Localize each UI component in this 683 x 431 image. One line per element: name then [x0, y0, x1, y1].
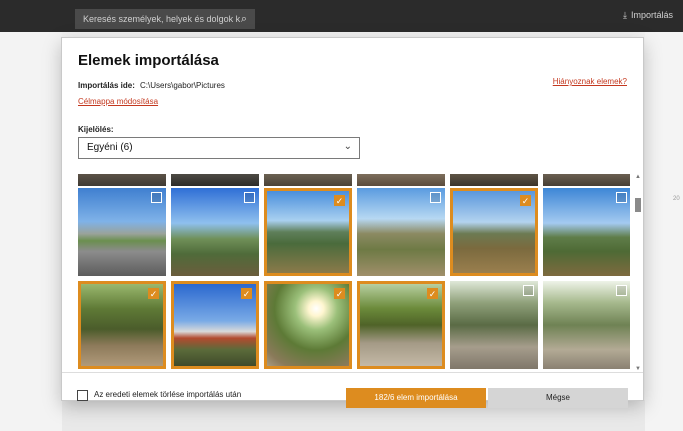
- checked-checkbox-icon[interactable]: ✓: [520, 195, 531, 206]
- search-input[interactable]: Keresés személyek, helyek és dolgok k ⌕: [75, 9, 255, 29]
- background-right-pane: [645, 32, 683, 431]
- delete-originals-checkbox[interactable]: [77, 390, 88, 401]
- photo-tile[interactable]: ✓: [450, 188, 538, 276]
- scrollbar-thumb[interactable]: [635, 198, 641, 212]
- photo-tile[interactable]: [543, 188, 630, 276]
- app-top-bar: Keresés személyek, helyek és dolgok k ⌕ …: [0, 0, 683, 32]
- photo-tile[interactable]: ✓: [264, 188, 352, 276]
- import-icon: ⤓: [622, 10, 627, 20]
- photo-tile[interactable]: ✓: [264, 281, 352, 369]
- checkbox-icon[interactable]: [616, 192, 627, 203]
- photo-tile[interactable]: [171, 188, 259, 276]
- photo-grid: ✓ ✓ ✓ ✓ ✓ ✓: [78, 174, 630, 372]
- checked-checkbox-icon[interactable]: ✓: [427, 288, 438, 299]
- chevron-down-icon: ⌄: [343, 141, 352, 152]
- import-dialog: Elemek importálása Importálás ide: C:\Us…: [62, 38, 643, 400]
- photo-tile[interactable]: [357, 188, 445, 276]
- change-folder-link[interactable]: Célmappa módosítása: [78, 97, 158, 106]
- background-date-fragment: 20: [673, 196, 680, 202]
- partial-photo-strip: [450, 174, 538, 186]
- partial-photo-strip: [357, 174, 445, 186]
- checked-checkbox-icon[interactable]: ✓: [334, 288, 345, 299]
- photo-tile[interactable]: ✓: [78, 281, 166, 369]
- import-menu-label: Importálás: [630, 10, 673, 20]
- selection-value: Egyéni (6): [87, 142, 133, 153]
- scroll-up-icon[interactable]: ▲: [634, 174, 642, 180]
- photo-tile[interactable]: ✓: [171, 281, 259, 369]
- partial-photo-strip: [78, 174, 166, 186]
- checked-checkbox-icon[interactable]: ✓: [241, 288, 252, 299]
- destination-label: Importálás ide:: [78, 81, 135, 90]
- checked-checkbox-icon[interactable]: ✓: [148, 288, 159, 299]
- search-icon: ⌕: [240, 13, 247, 25]
- partial-photo-strip: [543, 174, 630, 186]
- cancel-button[interactable]: Mégse: [488, 388, 628, 408]
- search-placeholder: Keresés személyek, helyek és dolgok k: [83, 14, 241, 24]
- partial-photo-strip: [264, 174, 352, 186]
- checkbox-icon[interactable]: [151, 192, 162, 203]
- import-selected-button[interactable]: 182/6 elem importálása: [346, 388, 486, 408]
- photo-tile[interactable]: [78, 188, 166, 276]
- checkbox-icon[interactable]: [616, 285, 627, 296]
- checkbox-icon[interactable]: [430, 192, 441, 203]
- destination-path: C:\Users\gabor\Pictures: [140, 81, 225, 90]
- dialog-title: Elemek importálása: [78, 52, 219, 69]
- photo-tile[interactable]: [543, 281, 630, 369]
- checked-checkbox-icon[interactable]: ✓: [334, 195, 345, 206]
- checkbox-icon[interactable]: [244, 192, 255, 203]
- grid-scrollbar[interactable]: ▲ ▼: [634, 174, 642, 372]
- selection-dropdown[interactable]: Egyéni (6) ⌄: [78, 137, 360, 159]
- checkbox-icon[interactable]: [523, 285, 534, 296]
- partial-photo-strip: [171, 174, 259, 186]
- selection-label: Kijelölés:: [78, 125, 114, 134]
- import-menu-button[interactable]: ⤓ Importálás: [623, 10, 673, 21]
- photo-tile[interactable]: [450, 281, 538, 369]
- missing-items-link[interactable]: Hiányoznak elemek?: [553, 77, 627, 86]
- background-left-pane: [0, 32, 62, 431]
- photo-tile[interactable]: ✓: [357, 281, 445, 369]
